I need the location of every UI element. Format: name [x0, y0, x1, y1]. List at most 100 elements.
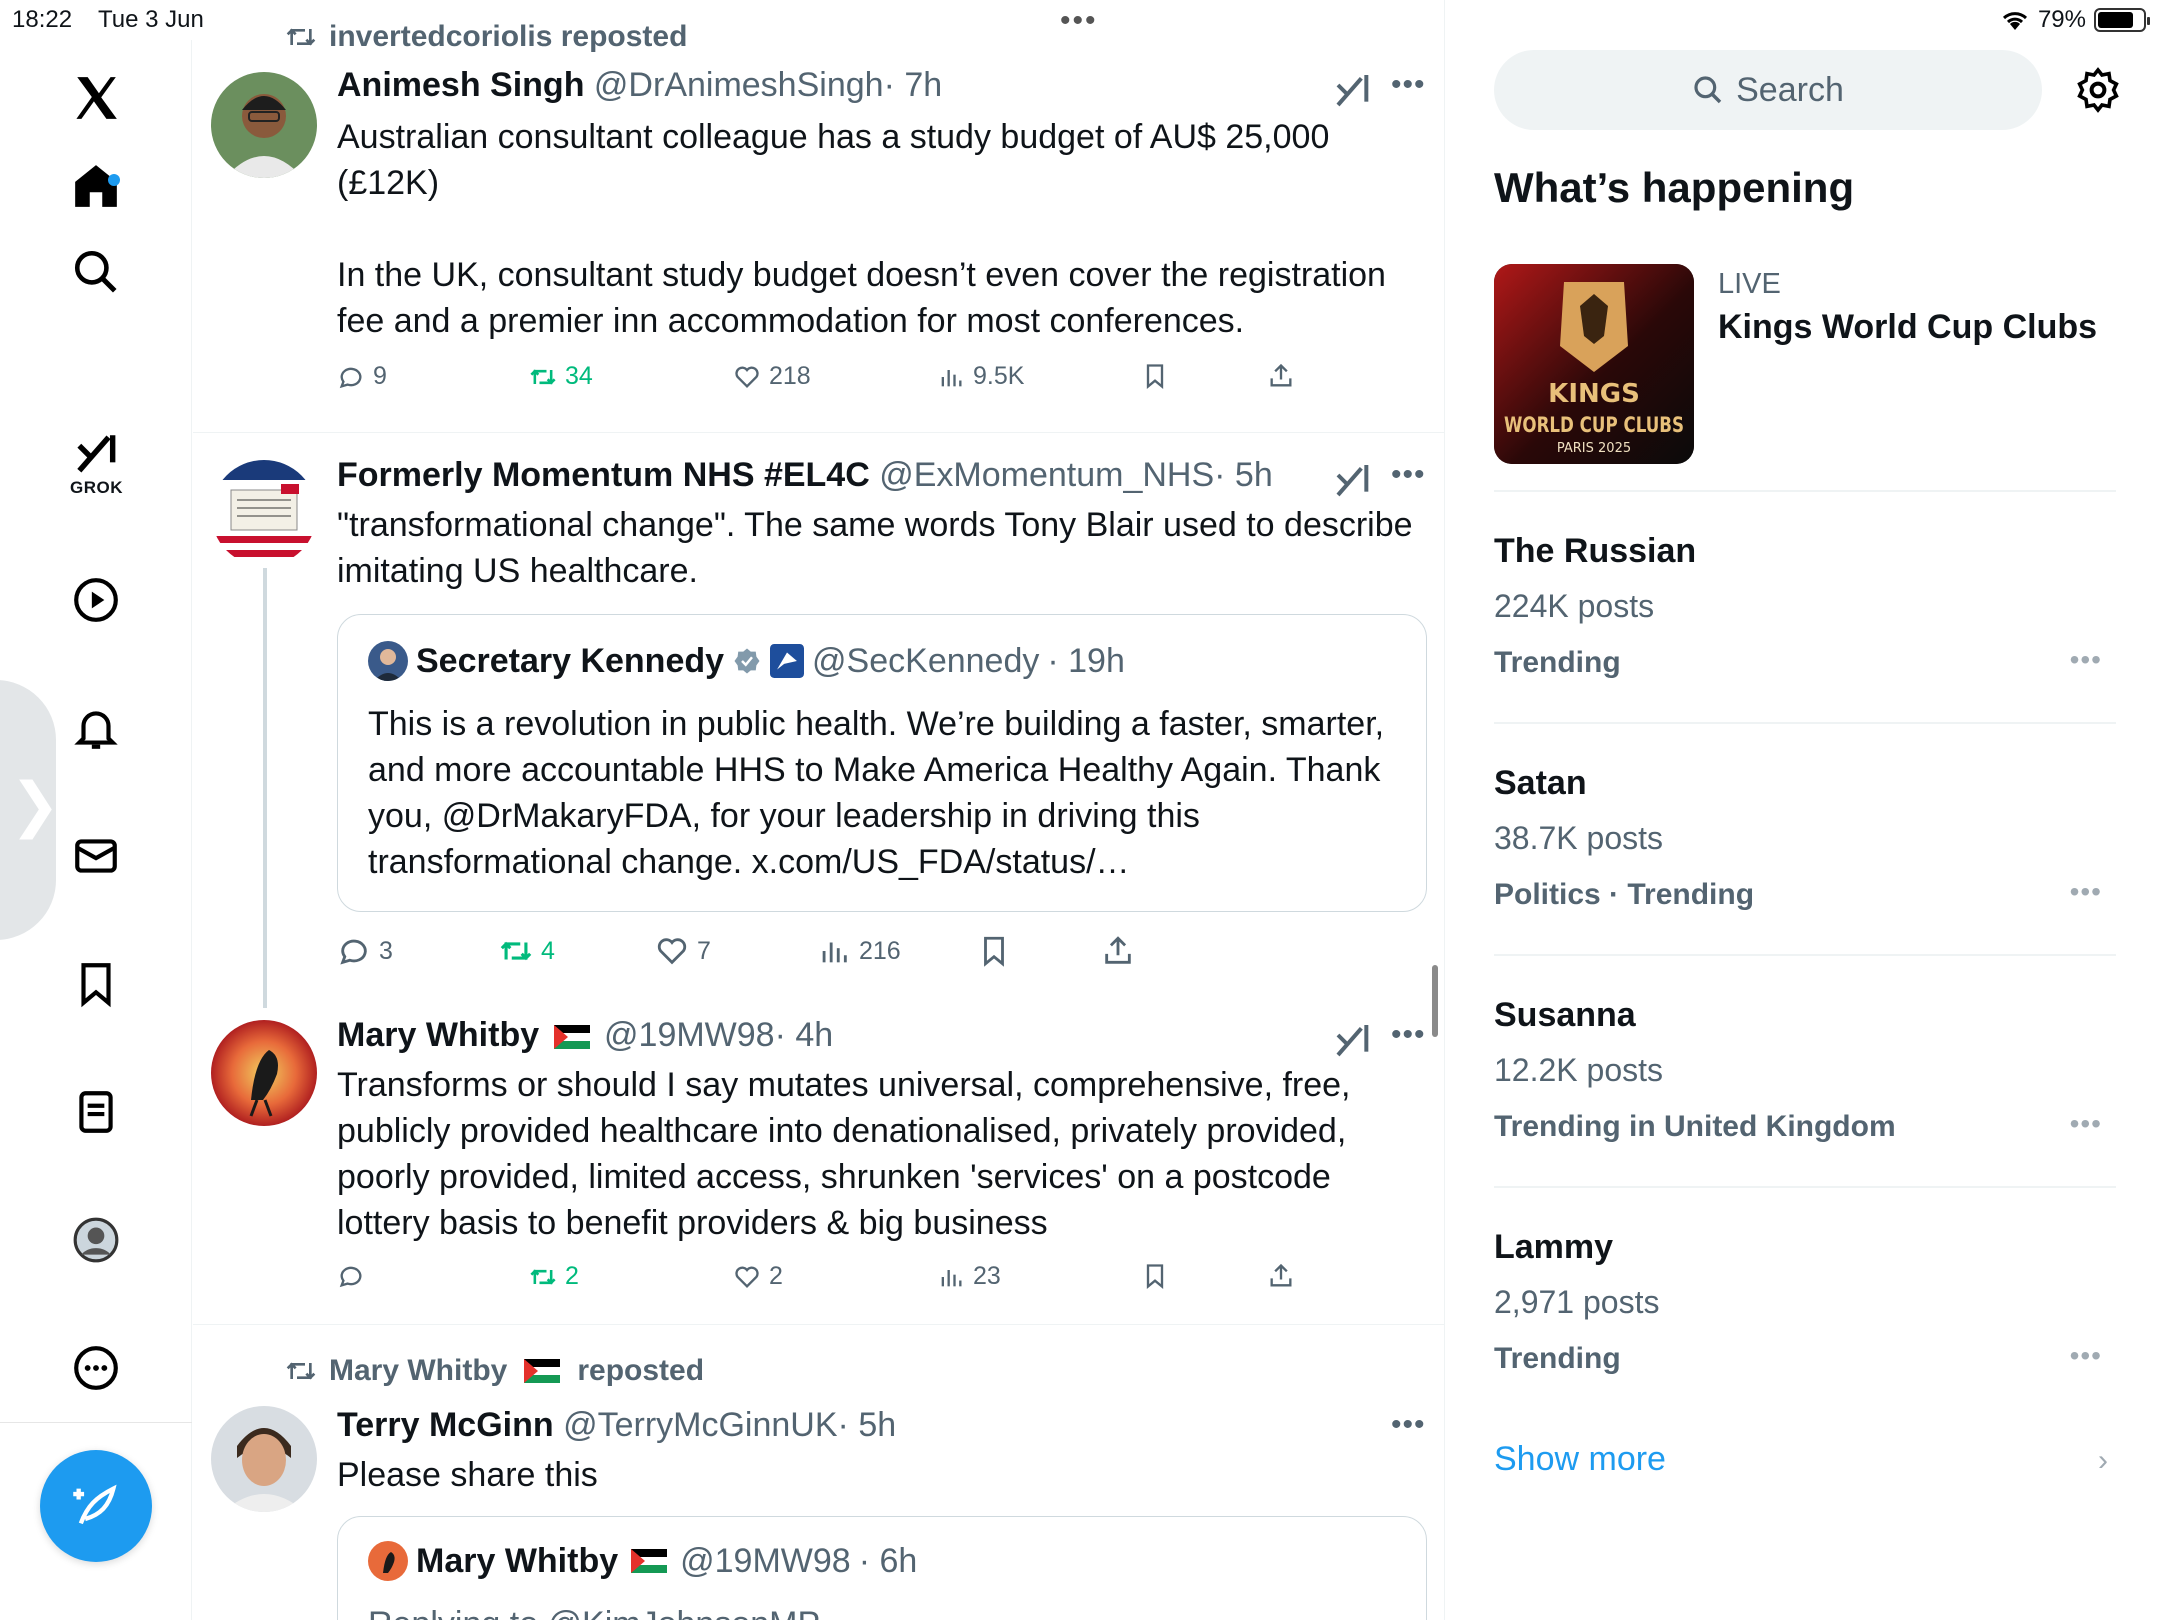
quoted-tweet[interactable]: Secretary Kennedy @SecKennedy · 19h This …: [337, 614, 1427, 912]
bookmarks-icon[interactable]: [66, 954, 126, 1014]
trend-category: Politics · Trending: [1494, 878, 1755, 911]
palestine-flag-icon: [524, 1359, 561, 1383]
trend-item[interactable]: The Russian 224K posts Trending •••: [1494, 532, 2116, 732]
nav-divider: [0, 1422, 192, 1423]
search-icon[interactable]: [66, 242, 126, 302]
like-button[interactable]: 218: [733, 362, 811, 391]
views-button[interactable]: 23: [937, 1262, 1001, 1291]
live-event-title[interactable]: Kings World Cup Clubs: [1718, 308, 2097, 347]
palestine-flag-icon: [631, 1549, 668, 1573]
trend-more-icon[interactable]: •••: [2070, 1340, 2102, 1372]
tweet-header: Formerly Momentum NHS #EL4C @ExMomentum_…: [337, 456, 1273, 495]
bookmark-button[interactable]: [977, 934, 1011, 968]
author-handle[interactable]: @TerryMcGinnUK: [563, 1406, 837, 1444]
reply-button[interactable]: 3: [337, 934, 393, 968]
home-icon[interactable]: [66, 156, 126, 216]
tweet-more-icon[interactable]: •••: [1391, 1408, 1426, 1442]
like-count: 2: [769, 1262, 783, 1290]
trend-posts: 38.7K posts: [1494, 820, 1663, 856]
tweet-more-icon[interactable]: •••: [1391, 458, 1426, 492]
grok-label: GROK: [70, 478, 123, 497]
tweet[interactable]: Formerly Momentum NHS #EL4C @ExMomentum_…: [193, 432, 1444, 1020]
more-options-icon[interactable]: [66, 1338, 126, 1398]
live-event-image[interactable]: KINGS WORLD CUP CLUBS PARIS 2025: [1494, 264, 1694, 464]
reply-icon: [340, 939, 367, 965]
repost-indicator: invertedcoriolis reposted: [285, 20, 687, 54]
author-name[interactable]: Animesh Singh: [337, 66, 584, 104]
settings-gear-icon[interactable]: [2074, 66, 2122, 114]
views-chart-icon: [822, 942, 847, 963]
avatar[interactable]: [211, 1020, 317, 1126]
tweet-text: Please share this: [337, 1456, 598, 1494]
bookmark-button[interactable]: [1141, 362, 1169, 390]
trend-more-icon[interactable]: •••: [2070, 876, 2102, 908]
like-button[interactable]: 2: [733, 1262, 783, 1291]
trend-posts: 2,971 posts: [1494, 1284, 1660, 1320]
notifications-bell-icon[interactable]: [66, 698, 126, 758]
chevron-right-icon[interactable]: ›: [2098, 1444, 2108, 1478]
grok-explain-icon[interactable]: [1333, 1020, 1373, 1060]
tweet-more-icon[interactable]: •••: [1391, 1018, 1426, 1052]
video-icon[interactable]: [66, 570, 126, 630]
feed-scrollbar[interactable]: [1432, 965, 1438, 1037]
reply-button[interactable]: 9: [337, 362, 387, 391]
tweet[interactable]: Mary Whitby reposted Terry McGinn @Terry…: [193, 1324, 1444, 1620]
quote-author-name[interactable]: Secretary Kennedy: [416, 642, 724, 681]
trend-item[interactable]: Susanna 12.2K posts Trending in United K…: [1494, 996, 2116, 1196]
x-logo-icon[interactable]: [66, 68, 126, 128]
author-handle[interactable]: @DrAnimeshSingh: [594, 66, 884, 104]
lists-icon[interactable]: [66, 1082, 126, 1142]
views-button[interactable]: 9.5K: [937, 362, 1024, 391]
grok-icon[interactable]: [66, 424, 126, 484]
avatar[interactable]: [211, 460, 317, 566]
search-box[interactable]: Search: [1494, 50, 2042, 130]
tweet-text: Australian consultant colleague has a st…: [337, 118, 1386, 340]
author-name[interactable]: Terry McGinn: [337, 1406, 554, 1444]
share-button[interactable]: [1101, 934, 1135, 968]
bookmark-button[interactable]: [1141, 1262, 1169, 1290]
quote-time: · 19h: [1047, 641, 1125, 680]
quote-author-handle[interactable]: @19MW98: [680, 1542, 851, 1581]
live-label: LIVE: [1718, 268, 1781, 300]
quote-avatar: [368, 1541, 408, 1581]
quote-author-handle[interactable]: @SecKennedy: [812, 642, 1039, 681]
sidebar-divider: [1494, 954, 2116, 956]
show-more-link[interactable]: Show more: [1494, 1440, 1666, 1479]
messages-envelope-icon[interactable]: [66, 826, 126, 886]
views-chart-icon: [941, 369, 962, 386]
views-button[interactable]: 216: [817, 934, 901, 968]
tweet-more-icon[interactable]: •••: [1391, 68, 1426, 102]
trend-category: Trending: [1494, 646, 1621, 679]
grok-explain-icon[interactable]: [1333, 70, 1373, 110]
tweet-time: · 7h: [883, 66, 943, 104]
author-name[interactable]: Mary Whitby: [337, 1016, 539, 1054]
repost-button[interactable]: 34: [529, 362, 593, 391]
trend-more-icon[interactable]: •••: [2070, 644, 2102, 676]
trend-item[interactable]: Lammy 2,971 posts Trending •••: [1494, 1228, 2116, 1428]
avatar[interactable]: [211, 1406, 317, 1512]
repost-button[interactable]: 4: [499, 934, 555, 968]
repost-icon: [530, 368, 556, 385]
author-handle[interactable]: @ExMomentum_NHS: [879, 456, 1214, 494]
trend-more-icon[interactable]: •••: [2070, 1108, 2102, 1140]
tweet-actions: 2 2 23: [337, 1262, 1337, 1302]
avatar[interactable]: [211, 72, 317, 178]
repost-name[interactable]: Mary Whitby: [329, 1354, 507, 1388]
reply-button[interactable]: [337, 1262, 365, 1290]
profile-icon[interactable]: [66, 1210, 126, 1270]
quote-author-name[interactable]: Mary Whitby: [416, 1542, 618, 1581]
tweet[interactable]: Mary Whitby @19MW98· 4h ••• Transforms o…: [193, 1000, 1444, 1324]
repost-button[interactable]: 2: [529, 1262, 579, 1291]
share-button[interactable]: [1267, 362, 1295, 390]
trend-item[interactable]: Satan 38.7K posts Politics · Trending ••…: [1494, 764, 2116, 964]
like-button[interactable]: 7: [655, 934, 711, 968]
compose-post-button[interactable]: [40, 1450, 152, 1562]
tweet-time: · 5h: [837, 1406, 897, 1444]
live-image-line-3: PARIS 2025: [1557, 441, 1631, 456]
grok-explain-icon[interactable]: [1333, 460, 1373, 500]
author-name[interactable]: Formerly Momentum NHS #EL4C: [337, 456, 870, 494]
share-button[interactable]: [1267, 1262, 1295, 1290]
quoted-tweet[interactable]: Mary Whitby @19MW98· 6h Replying to @Kim…: [337, 1516, 1427, 1620]
tweet[interactable]: invertedcoriolis reposted Animesh Singh …: [193, 0, 1444, 432]
author-handle[interactable]: @19MW98: [604, 1016, 775, 1054]
